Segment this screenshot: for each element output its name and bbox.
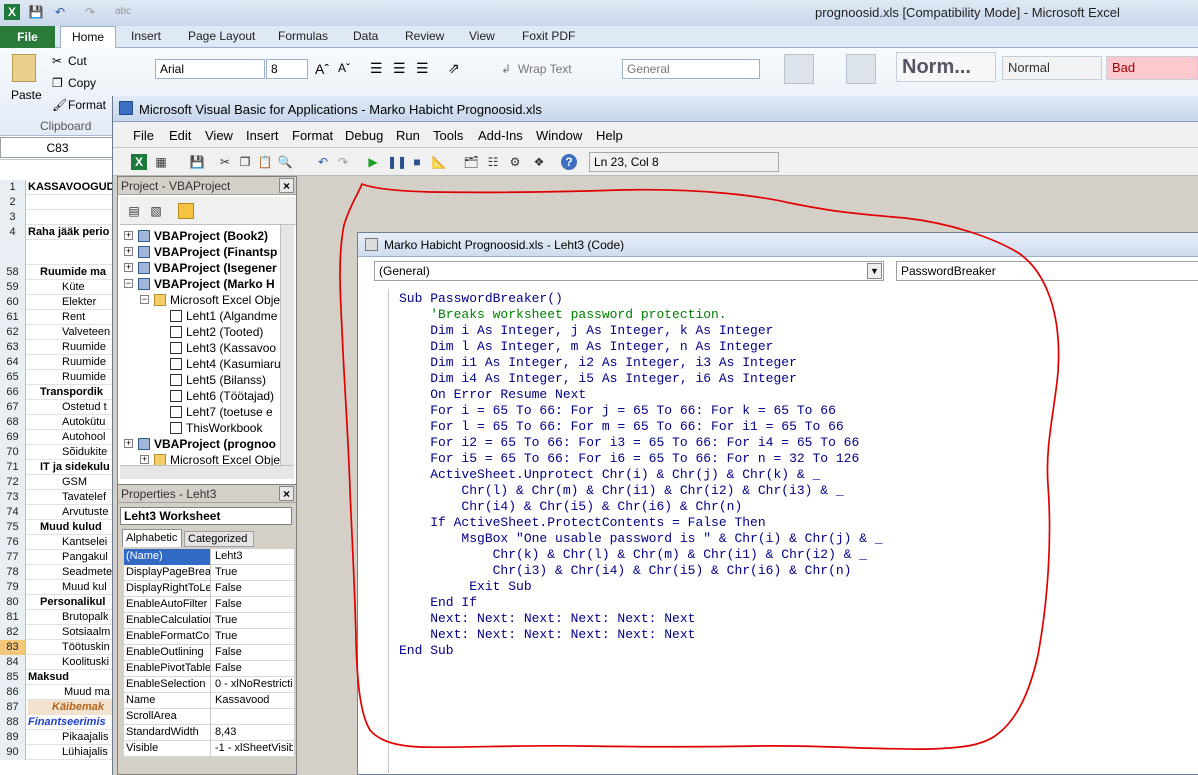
screen: X 💾 ↶ ↷ abc prognoosid.xls [Compatibilit… xyxy=(0,0,1198,775)
red-annotation-outline xyxy=(339,182,1060,750)
